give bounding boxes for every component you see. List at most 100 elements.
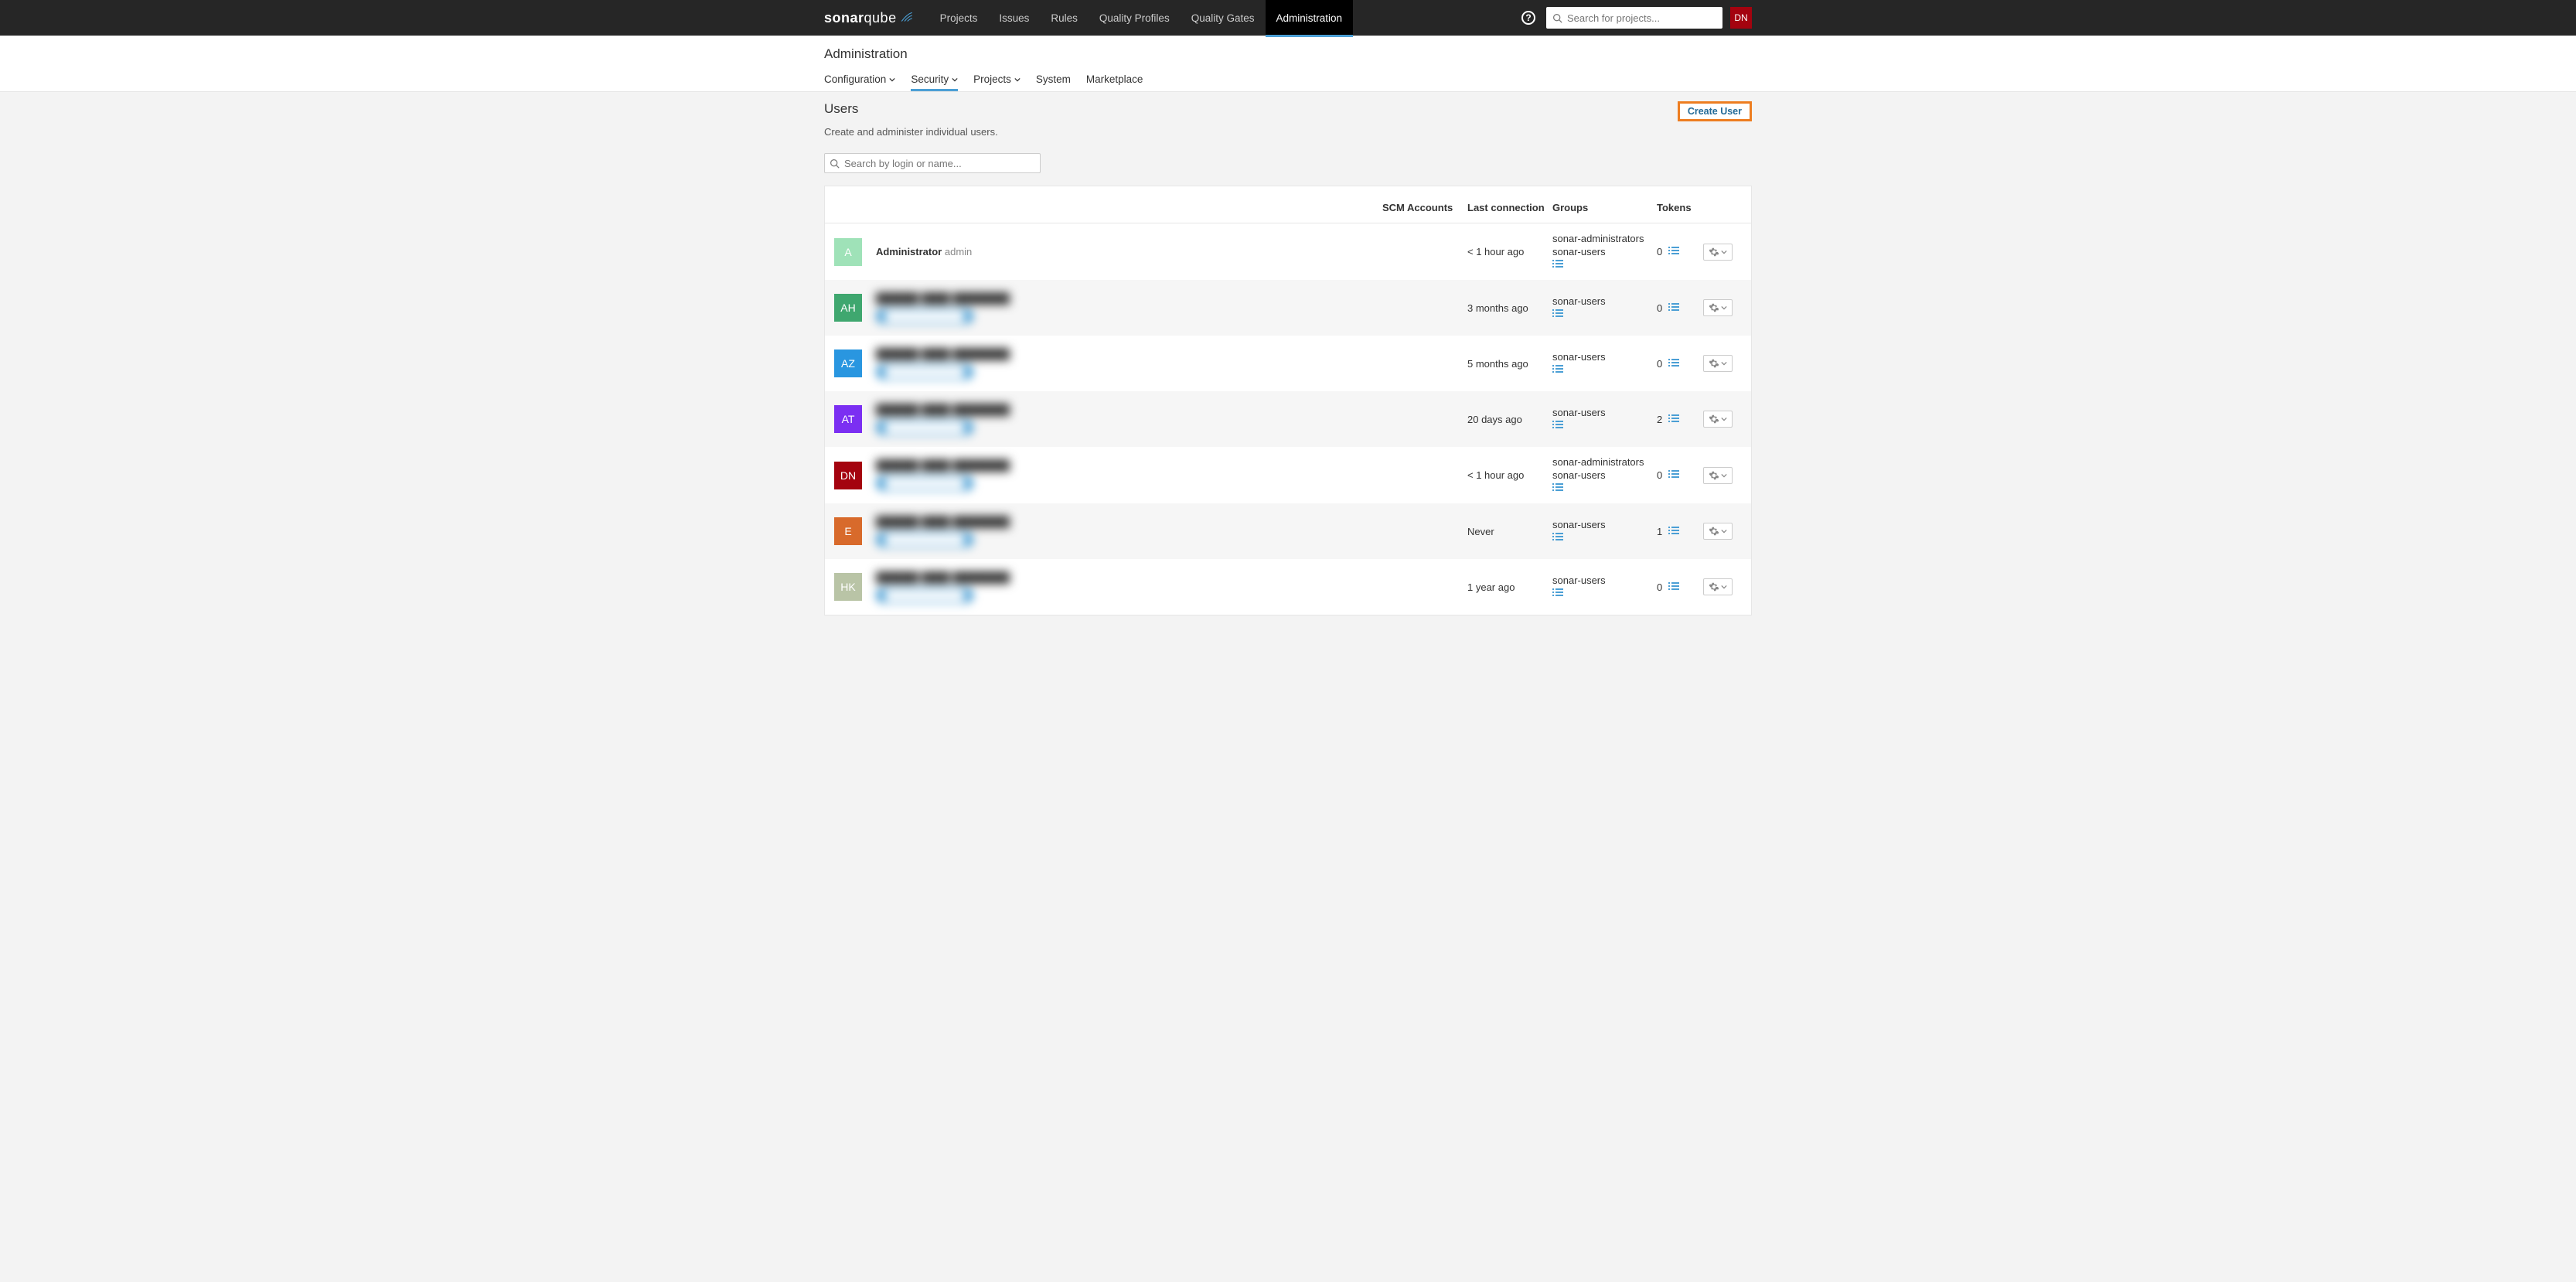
group-name: sonar-users (1552, 469, 1657, 481)
subtab-label: System (1036, 73, 1071, 85)
user-filter[interactable] (824, 153, 1041, 173)
edit-groups-button[interactable] (1552, 259, 1563, 271)
subtab-label: Security (911, 73, 949, 85)
edit-tokens-button[interactable] (1668, 526, 1679, 537)
list-icon (1552, 259, 1563, 268)
sub-header: Administration ConfigurationSecurityProj… (0, 36, 2576, 92)
subtab-label: Marketplace (1086, 73, 1143, 85)
chevron-down-icon (1721, 416, 1727, 422)
nav-projects[interactable]: Projects (929, 0, 989, 36)
token-count: 1 (1657, 526, 1662, 537)
nav-issues[interactable]: Issues (988, 0, 1040, 36)
tokens-cell: 0 (1657, 469, 1703, 481)
edit-tokens-button[interactable] (1668, 358, 1679, 370)
token-count: 0 (1657, 581, 1662, 593)
actions-cell (1703, 578, 1742, 595)
list-icon (1668, 246, 1679, 255)
global-search[interactable] (1546, 7, 1722, 29)
list-icon (1552, 420, 1563, 429)
group-name: sonar-users (1552, 407, 1657, 418)
col-last: Last connection (1467, 202, 1552, 213)
edit-groups-button[interactable] (1552, 588, 1563, 599)
user-info-redacted: ██████ ████ ████████████████████ (876, 292, 1382, 324)
edit-groups-button[interactable] (1552, 364, 1563, 376)
last-connection: < 1 hour ago (1467, 469, 1552, 481)
last-connection: Never (1467, 526, 1552, 537)
user-info-redacted: ██████ ████ ████████████████████ (876, 571, 1382, 603)
create-user-button[interactable]: Create User (1678, 101, 1752, 121)
group-name: sonar-administrators (1552, 233, 1657, 244)
subtab-security[interactable]: Security (911, 70, 958, 91)
nav-rules[interactable]: Rules (1040, 0, 1089, 36)
group-name: sonar-administrators (1552, 456, 1657, 468)
user-filter-input[interactable] (844, 158, 1035, 169)
subtab-label: Configuration (824, 73, 886, 85)
user-actions-button[interactable] (1703, 355, 1733, 372)
user-actions-button[interactable] (1703, 523, 1733, 540)
last-connection: 1 year ago (1467, 581, 1552, 593)
table-header: SCM Accounts Last connection Groups Toke… (825, 186, 1751, 223)
chevron-down-icon (1721, 305, 1727, 311)
group-name: sonar-users (1552, 246, 1657, 257)
edit-groups-button[interactable] (1552, 420, 1563, 431)
table-row: AZ██████ ████ ████████████████████5 mont… (825, 336, 1751, 391)
edit-groups-button[interactable] (1552, 532, 1563, 544)
edit-tokens-button[interactable] (1668, 581, 1679, 593)
nav-items: ProjectsIssuesRulesQuality ProfilesQuali… (929, 0, 1353, 36)
edit-groups-button[interactable] (1552, 309, 1563, 320)
subtab-system[interactable]: System (1036, 70, 1071, 91)
col-groups: Groups (1552, 202, 1657, 213)
nav-administration[interactable]: Administration (1266, 0, 1354, 36)
edit-tokens-button[interactable] (1668, 246, 1679, 257)
chevron-down-icon (1721, 472, 1727, 479)
user-actions-button[interactable] (1703, 578, 1733, 595)
user-avatar: AT (834, 405, 862, 433)
gear-icon (1709, 302, 1719, 313)
user-actions-button[interactable] (1703, 411, 1733, 428)
user-avatar: E (834, 517, 862, 545)
nav-quality-gates[interactable]: Quality Gates (1181, 0, 1266, 36)
edit-tokens-button[interactable] (1668, 302, 1679, 314)
list-icon (1668, 302, 1679, 312)
last-connection: 3 months ago (1467, 302, 1552, 314)
token-count: 0 (1657, 246, 1662, 257)
logo-waves-icon (900, 11, 914, 25)
actions-cell (1703, 299, 1742, 316)
user-actions-button[interactable] (1703, 467, 1733, 484)
help-icon[interactable]: ? (1521, 11, 1535, 25)
last-connection: < 1 hour ago (1467, 246, 1552, 257)
edit-groups-button[interactable] (1552, 482, 1563, 494)
gear-icon (1709, 247, 1719, 257)
chevron-down-icon (1721, 360, 1727, 367)
current-user-avatar[interactable]: DN (1730, 7, 1752, 29)
list-icon (1668, 469, 1679, 479)
edit-tokens-button[interactable] (1668, 414, 1679, 425)
logo-text-1: sonar (824, 10, 864, 26)
edit-tokens-button[interactable] (1668, 469, 1679, 481)
subtab-marketplace[interactable]: Marketplace (1086, 70, 1143, 91)
tokens-cell: 0 (1657, 358, 1703, 370)
user-info-redacted: ██████ ████ ████████████████████ (876, 516, 1382, 547)
chevron-down-icon (1014, 77, 1021, 83)
user-actions-button[interactable] (1703, 244, 1733, 261)
token-count: 0 (1657, 302, 1662, 314)
page-content: Users Create User Create and administer … (824, 92, 1752, 646)
actions-cell (1703, 355, 1742, 372)
user-avatar: A (834, 238, 862, 266)
global-search-input[interactable] (1567, 12, 1716, 24)
groups-cell: sonar-users (1552, 519, 1657, 544)
gear-icon (1709, 414, 1719, 424)
chevron-down-icon (1721, 528, 1727, 534)
logo[interactable]: sonarqube (824, 10, 914, 26)
groups-cell: sonar-users (1552, 407, 1657, 431)
nav-quality-profiles[interactable]: Quality Profiles (1089, 0, 1181, 36)
subtab-configuration[interactable]: Configuration (824, 70, 895, 91)
groups-cell: sonar-users (1552, 575, 1657, 599)
top-nav: sonarqube ProjectsIssuesRulesQuality Pro… (0, 0, 2576, 36)
last-connection: 5 months ago (1467, 358, 1552, 370)
list-icon (1668, 414, 1679, 423)
tokens-cell: 0 (1657, 581, 1703, 593)
user-actions-button[interactable] (1703, 299, 1733, 316)
subtab-projects[interactable]: Projects (973, 70, 1021, 91)
user-avatar: AZ (834, 349, 862, 377)
